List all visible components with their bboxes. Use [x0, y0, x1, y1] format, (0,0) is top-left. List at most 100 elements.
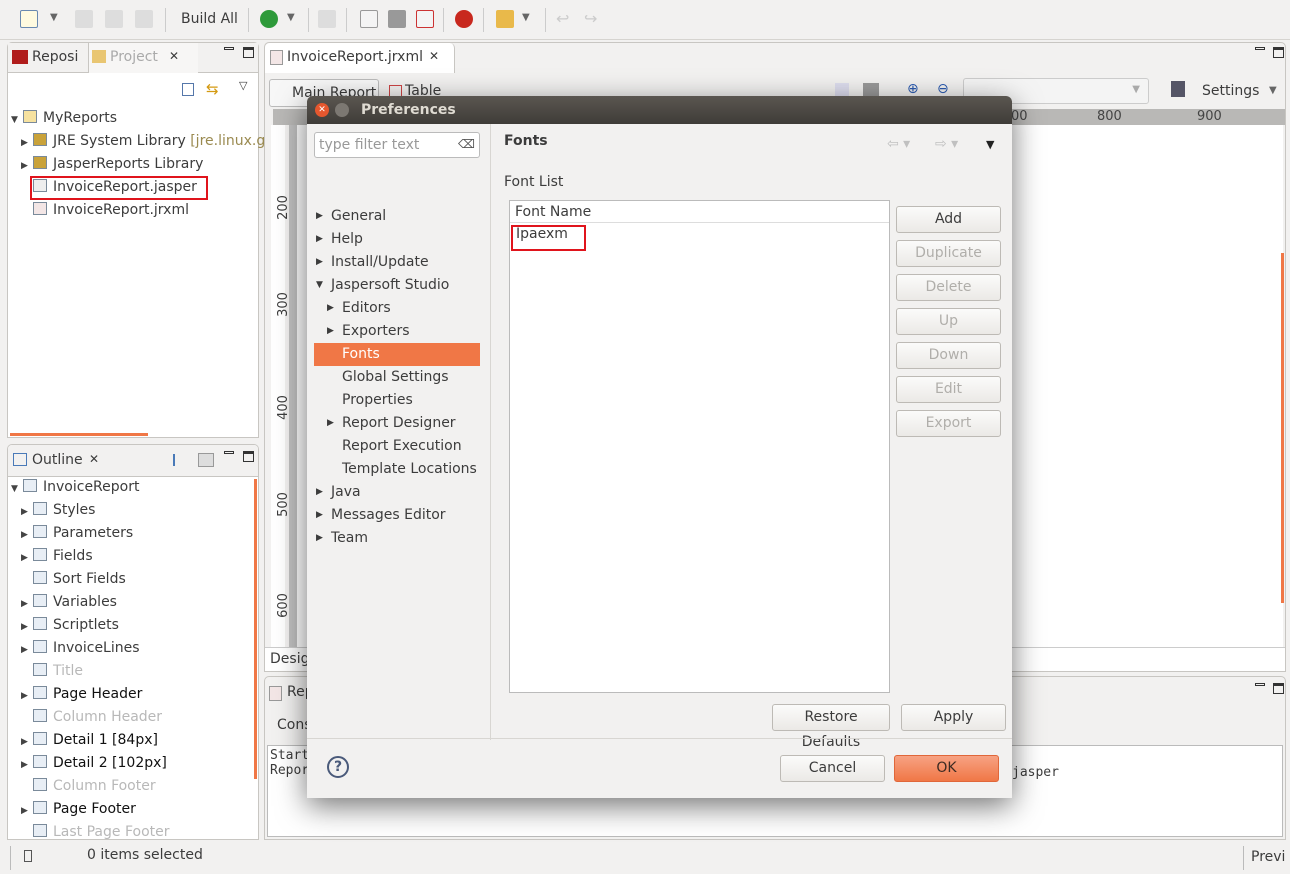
- print-icon[interactable]: [135, 10, 153, 28]
- pref-nav-item[interactable]: Report Execution: [327, 438, 462, 454]
- new-dropdown-icon[interactable]: ▼: [50, 12, 58, 23]
- maximize-icon[interactable]: [243, 47, 254, 58]
- forward-icon[interactable]: ⇨ ▾: [935, 136, 958, 152]
- expand-arrow-icon[interactable]: ▶: [21, 507, 33, 517]
- down-button[interactable]: Down: [896, 342, 1001, 369]
- restore-defaults-button[interactable]: Restore Defaults: [772, 704, 890, 750]
- outline-item[interactable]: Column Footer: [21, 778, 156, 794]
- expand-arrow-icon[interactable]: ▶: [21, 691, 33, 701]
- expand-arrow-icon[interactable]: ▼: [316, 280, 331, 290]
- thumbnail-view-icon[interactable]: [198, 453, 214, 467]
- expand-arrow-icon[interactable]: ▶: [327, 303, 342, 313]
- expand-arrow-icon[interactable]: ▶: [21, 737, 33, 747]
- pref-nav-item[interactable]: ▶ Editors: [327, 300, 391, 316]
- view-menu-icon[interactable]: ▼: [986, 138, 994, 151]
- close-icon[interactable]: ✕: [169, 49, 179, 63]
- new-icon[interactable]: [20, 10, 38, 28]
- tools-icon[interactable]: [496, 10, 514, 28]
- maximize-icon[interactable]: [1273, 47, 1284, 58]
- save-icon[interactable]: [75, 10, 93, 28]
- pref-nav-item[interactable]: Properties: [327, 392, 413, 408]
- pref-nav-item[interactable]: Fonts: [327, 346, 380, 362]
- pref-nav-item[interactable]: ▶ Java: [316, 484, 361, 500]
- pref-nav-item[interactable]: Global Settings: [327, 369, 449, 385]
- edit-report-icon[interactable]: [416, 10, 434, 28]
- outline-item[interactable]: Sort Fields: [21, 571, 126, 587]
- debug-bug-icon[interactable]: [455, 10, 473, 28]
- tab-outline[interactable]: Outline: [32, 452, 83, 468]
- outline-item[interactable]: ▶ Page Header: [21, 686, 142, 702]
- expand-arrow-icon[interactable]: ▶: [21, 530, 33, 540]
- pref-nav-item[interactable]: ▼ Jaspersoft Studio: [316, 277, 449, 293]
- pref-nav-item[interactable]: ▶ Messages Editor: [316, 507, 446, 523]
- expand-arrow-icon[interactable]: ▶: [316, 533, 331, 543]
- duplicate-button[interactable]: Duplicate: [896, 240, 1001, 267]
- pref-nav-item[interactable]: ▶ Exporters: [327, 323, 410, 339]
- pref-nav-item[interactable]: ▶ Team: [316, 530, 368, 546]
- pref-nav-item[interactable]: Template Locations: [327, 461, 477, 477]
- pref-nav-item[interactable]: ▶ Report Designer: [327, 415, 456, 431]
- link-editor-icon[interactable]: ⇆: [206, 80, 219, 98]
- up-button[interactable]: Up: [896, 308, 1001, 335]
- tree-item-jre[interactable]: ▶ JRE System Library [jre.linux.gt: [21, 133, 271, 149]
- expand-arrow-icon[interactable]: ▶: [21, 622, 33, 632]
- back-icon[interactable]: ⇦ ▾: [887, 136, 910, 152]
- fast-view-icon[interactable]: [24, 850, 32, 862]
- outline-item[interactable]: ▶ Detail 1 [84px]: [21, 732, 158, 748]
- outline-item[interactable]: Column Header: [21, 709, 162, 725]
- pref-nav-item[interactable]: ▶ General: [316, 208, 386, 224]
- save-all-icon[interactable]: [105, 10, 123, 28]
- tree-item-myreports[interactable]: ▼ MyReports: [11, 110, 117, 126]
- outline-item[interactable]: ▶ InvoiceLines: [21, 640, 140, 656]
- apply-button[interactable]: Apply: [901, 704, 1006, 731]
- expand-arrow-icon[interactable]: ▶: [21, 645, 33, 655]
- maximize-icon[interactable]: [1273, 683, 1284, 694]
- cancel-button[interactable]: Cancel: [780, 755, 885, 782]
- column-header-font-name[interactable]: Font Name: [510, 201, 889, 223]
- minimize-icon[interactable]: [1255, 683, 1265, 686]
- maximize-icon[interactable]: [243, 451, 254, 462]
- outline-item[interactable]: ▶ Page Footer: [21, 801, 136, 817]
- collapse-all-icon[interactable]: [182, 83, 194, 96]
- expand-arrow-icon[interactable]: ▶: [21, 760, 33, 770]
- run-icon[interactable]: [260, 10, 278, 28]
- export-button[interactable]: Export: [896, 410, 1001, 437]
- tools-dropdown-icon[interactable]: ▼: [522, 12, 530, 23]
- settings-menu[interactable]: Settings: [1202, 83, 1259, 99]
- run-dropdown-icon[interactable]: ▼: [287, 12, 295, 23]
- outline-item[interactable]: ▶ Detail 2 [102px]: [21, 755, 167, 771]
- tree-view-icon[interactable]: [173, 454, 183, 466]
- minimize-icon[interactable]: [1255, 47, 1265, 50]
- outline-item[interactable]: ▶ Scriptlets: [21, 617, 119, 633]
- build-all-button[interactable]: Build All: [181, 11, 238, 27]
- outline-item[interactable]: ▼ InvoiceReport: [11, 479, 139, 495]
- font-list-table[interactable]: Font Name Ipaexm: [509, 200, 890, 693]
- zoom-in-icon[interactable]: ⊕: [907, 81, 919, 97]
- close-icon[interactable]: ✕: [429, 49, 439, 63]
- add-button[interactable]: Add: [896, 206, 1001, 233]
- chevron-down-icon[interactable]: ▼: [1269, 85, 1277, 96]
- compile-icon[interactable]: [318, 10, 336, 28]
- expand-arrow-icon[interactable]: ▶: [316, 510, 331, 520]
- dataset-icon[interactable]: [388, 10, 406, 28]
- horizontal-scrollbar[interactable]: [10, 433, 148, 436]
- tree-item-jasper-library[interactable]: ▶ JasperReports Library: [21, 156, 203, 172]
- expand-arrow-icon[interactable]: ▼: [11, 484, 23, 494]
- filter-input[interactable]: type filter text ⌫: [314, 132, 480, 158]
- tab-project[interactable]: Project: [110, 49, 158, 65]
- clear-icon[interactable]: ⌫: [458, 137, 475, 151]
- expand-arrow-icon[interactable]: ▶: [316, 487, 331, 497]
- expand-arrow-icon[interactable]: ▶: [316, 234, 331, 244]
- delete-button[interactable]: Delete: [896, 274, 1001, 301]
- ok-button[interactable]: OK: [894, 755, 999, 782]
- expand-arrow-icon[interactable]: ▶: [327, 326, 342, 336]
- vertical-scrollbar[interactable]: [1281, 253, 1284, 603]
- zoom-out-icon[interactable]: ⊖: [937, 81, 949, 97]
- outline-item[interactable]: Title: [21, 663, 83, 679]
- outline-item[interactable]: ▶ Parameters: [21, 525, 133, 541]
- view-menu-icon[interactable]: ▽: [239, 79, 247, 92]
- report-icon[interactable]: [360, 10, 378, 28]
- expand-arrow-icon[interactable]: ▶: [316, 257, 331, 267]
- minimize-icon[interactable]: [224, 47, 234, 50]
- vertical-scrollbar[interactable]: [254, 479, 257, 779]
